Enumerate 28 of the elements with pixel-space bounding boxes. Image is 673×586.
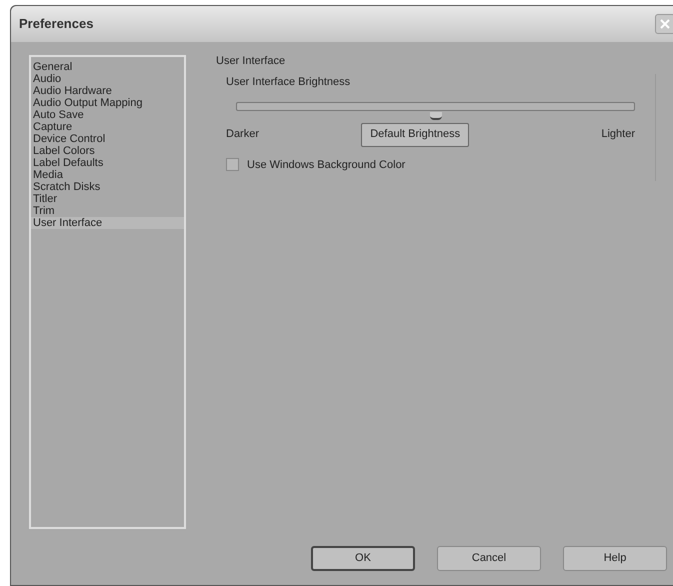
default-brightness-button[interactable]: Default Brightness xyxy=(361,122,470,146)
close-icon xyxy=(660,19,670,29)
category-item[interactable]: Capture xyxy=(31,121,184,133)
category-item[interactable]: User Interface xyxy=(31,217,184,229)
category-item[interactable]: Titler xyxy=(31,193,184,205)
dialog-button[interactable]: Cancel xyxy=(437,546,541,571)
close-button[interactable] xyxy=(655,14,673,34)
category-item[interactable]: Auto Save xyxy=(31,109,184,121)
category-item[interactable]: Trim xyxy=(31,205,184,217)
category-item[interactable]: Label Colors xyxy=(31,145,184,157)
slider-thumb[interactable] xyxy=(430,112,442,120)
max-label: Lighter xyxy=(601,127,635,142)
dialog-button[interactable]: OK xyxy=(311,546,415,571)
category-item[interactable]: Media xyxy=(31,169,184,181)
checkbox[interactable] xyxy=(226,158,239,172)
window-title: Preferences xyxy=(19,15,94,34)
dialog-button[interactable]: Help xyxy=(563,546,667,571)
section-title: User Interface xyxy=(216,55,286,68)
category-item[interactable]: Scratch Disks xyxy=(31,181,184,193)
category-item[interactable]: General xyxy=(31,61,184,73)
category-item[interactable]: Audio Output Mapping xyxy=(31,97,184,109)
category-item[interactable]: Audio Hardware xyxy=(31,85,184,97)
category-item[interactable]: Device Control xyxy=(31,133,184,145)
checkbox-label: Use Windows Background Color xyxy=(247,158,406,172)
min-label: Darker xyxy=(226,127,260,142)
category-item[interactable]: Label Defaults xyxy=(31,157,184,169)
category-item[interactable]: Audio xyxy=(31,73,184,85)
group-label: User Interface Brightness xyxy=(226,75,352,90)
